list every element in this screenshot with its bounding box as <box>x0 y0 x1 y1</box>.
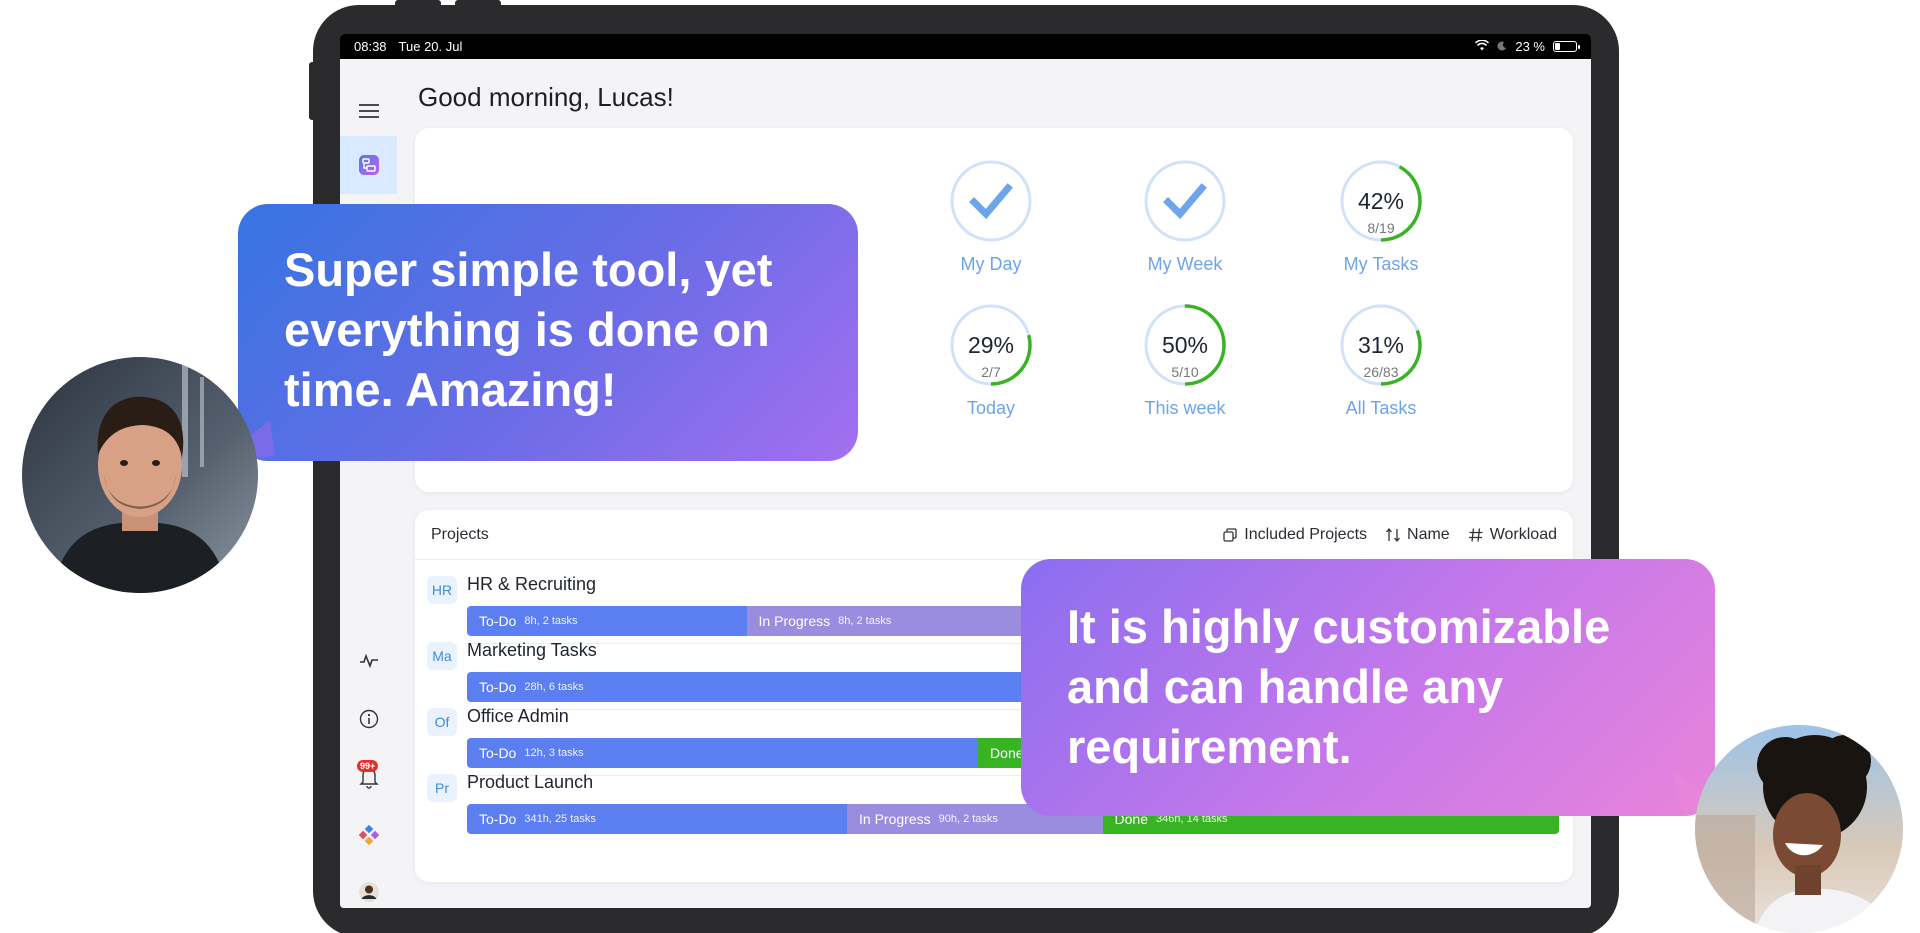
woman-portrait-icon <box>1695 725 1903 933</box>
user-avatar-icon <box>358 882 379 902</box>
segment-label: In Progress <box>859 811 931 827</box>
ring-fraction: 5/10 <box>1171 364 1199 380</box>
status-bar: 08:38 Tue 20. Jul 23 % <box>340 34 1591 59</box>
moon-icon <box>1497 39 1507 54</box>
group-label: Workload <box>1489 525 1557 543</box>
apps-icon <box>358 825 379 845</box>
projects-title: Projects <box>431 525 489 543</box>
sort-label: Name <box>1407 525 1450 543</box>
check-icon <box>969 183 1013 220</box>
segment-label: To-Do <box>479 679 517 695</box>
ring-percent: 31% <box>1357 332 1405 358</box>
sidebar-item-info[interactable] <box>340 699 397 739</box>
ring-label: My Day <box>960 254 1022 274</box>
stat-ring-this-week[interactable]: 50% 5/10 This week <box>1131 302 1239 419</box>
project-name[interactable]: Product Launch <box>467 772 593 793</box>
ring-label: My Week <box>1147 254 1223 274</box>
activity-icon <box>359 654 378 668</box>
segment-label: Done <box>990 745 1024 761</box>
ring-label: Today <box>966 398 1016 418</box>
project-name[interactable]: Office Admin <box>467 706 569 727</box>
ring-label: This week <box>1144 398 1226 418</box>
sidebar-item-dashboard[interactable] <box>340 136 397 194</box>
checkmark-ring-icon <box>1144 160 1226 242</box>
ring-label: All Tasks <box>1345 398 1417 418</box>
testimonial-quote-1: Super simple tool, yet everything is don… <box>284 243 773 416</box>
ring-fraction: 26/83 <box>1363 364 1399 380</box>
battery-percent: 23 % <box>1515 39 1545 54</box>
sidebar-item-profile[interactable] <box>340 872 397 908</box>
testimonial-bubble-2: It is highly customizable and can handle… <box>1021 559 1715 816</box>
segment-meta: 12h, 3 tasks <box>524 747 584 759</box>
menu-icon <box>358 104 379 118</box>
tablet-side-button <box>309 62 317 120</box>
stat-ring-my-tasks[interactable]: 42% 8/19 My Tasks <box>1327 158 1435 275</box>
notification-badge: 99+ <box>357 760 379 772</box>
man-portrait-icon <box>22 357 258 593</box>
sort-icon <box>1386 527 1401 542</box>
testimonial-quote-2: It is highly customizable and can handle… <box>1067 600 1611 773</box>
check-icon <box>1163 183 1207 220</box>
projects-header: Projects Included Projects Name Workload <box>415 510 1573 560</box>
sidebar-item-activity[interactable] <box>340 641 397 681</box>
stat-ring-my-week[interactable]: My Week <box>1131 158 1239 275</box>
wifi-icon <box>1475 39 1490 54</box>
menu-button[interactable] <box>340 91 397 131</box>
ring-percent: 50% <box>1161 332 1209 358</box>
status-date: Tue 20. Jul <box>398 39 463 54</box>
battery-level <box>1555 43 1561 50</box>
dashboard-icon <box>358 155 379 175</box>
info-icon <box>359 709 378 729</box>
sidebar-item-apps[interactable] <box>340 815 397 855</box>
tablet-volume-button-2 <box>455 0 501 7</box>
project-name[interactable]: HR & Recruiting <box>467 574 596 595</box>
stat-ring-today[interactable]: 29% 2/7 Today <box>937 302 1045 419</box>
segment-label: To-Do <box>479 745 517 761</box>
segment-meta: 8h, 2 tasks <box>524 615 578 627</box>
page-title: Good morning, Lucas! <box>418 82 674 112</box>
included-projects-button[interactable]: Included Projects <box>1222 526 1367 544</box>
segment-label: In Progress <box>758 613 831 629</box>
battery-icon <box>1553 41 1580 52</box>
sort-button[interactable]: Name <box>1385 526 1450 544</box>
ring-percent: 29% <box>967 332 1015 358</box>
segment-meta: 28h, 6 tasks <box>524 681 584 693</box>
hash-icon <box>1468 527 1483 542</box>
copy-icon <box>1223 527 1237 542</box>
project-abbr-badge: Ma <box>427 642 457 670</box>
ring-fraction: 2/7 <box>981 364 1001 380</box>
project-abbr-badge: Of <box>427 708 457 736</box>
checkmark-ring-icon <box>950 160 1032 242</box>
project-abbr-badge: HR <box>427 576 457 604</box>
segment-label: To-Do <box>479 811 517 827</box>
tablet-volume-button <box>395 0 441 7</box>
ring-track <box>1144 160 1226 242</box>
workload-segment-todo[interactable]: To-Do 341h, 25 tasks <box>467 804 848 834</box>
ring-fraction: 8/19 <box>1367 220 1395 236</box>
project-abbr-badge: Pr <box>427 774 457 802</box>
segment-meta: 341h, 25 tasks <box>524 813 596 825</box>
ring-percent: 42% <box>1357 188 1405 214</box>
group-button[interactable]: Workload <box>1468 526 1557 544</box>
included-projects-label: Included Projects <box>1244 525 1368 543</box>
sidebar: 99+ <box>340 59 397 908</box>
stat-ring-my-day[interactable]: My Day <box>937 158 1045 275</box>
status-time: 08:38 <box>354 39 387 54</box>
ring-track <box>950 160 1032 242</box>
project-name[interactable]: Marketing Tasks <box>467 640 597 661</box>
reviewer-avatar-2 <box>1695 725 1903 933</box>
stat-ring-all-tasks[interactable]: 31% 26/83 All Tasks <box>1327 302 1435 419</box>
sidebar-item-notifications[interactable]: 99+ <box>340 756 397 796</box>
testimonial-bubble-1: Super simple tool, yet everything is don… <box>238 204 858 461</box>
reviewer-avatar-1 <box>22 357 258 593</box>
segment-meta: 90h, 2 tasks <box>938 813 998 825</box>
segment-meta: 8h, 2 tasks <box>838 615 892 627</box>
ring-label: My Tasks <box>1343 254 1419 274</box>
segment-label: To-Do <box>479 613 517 629</box>
